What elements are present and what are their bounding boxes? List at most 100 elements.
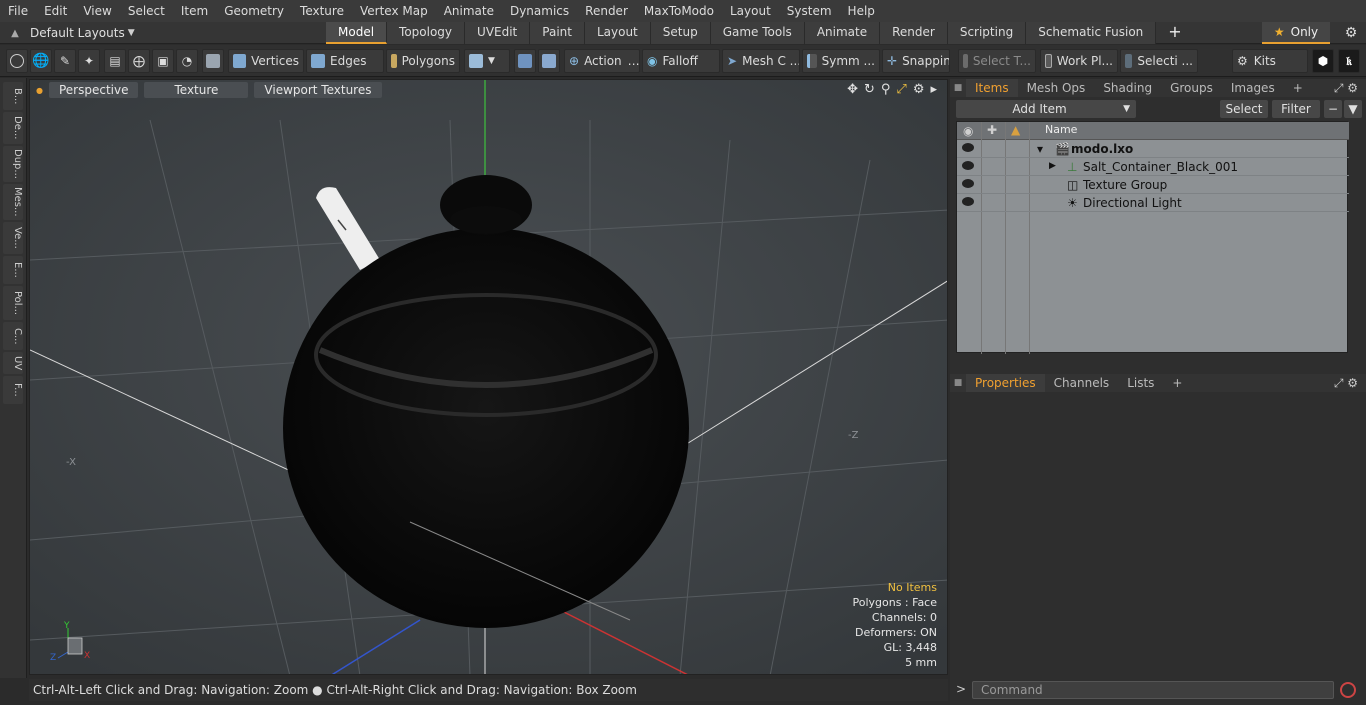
list-item-texture-group[interactable]: ◫ Texture Group xyxy=(957,176,1349,194)
vtab-polygon[interactable]: Pol... xyxy=(3,286,23,320)
vtab-basic[interactable]: B... xyxy=(3,82,23,110)
viewport-textures-button[interactable]: Viewport Textures xyxy=(254,82,382,98)
menu-item[interactable]: Item xyxy=(173,0,216,22)
mesh-constraints-button[interactable]: ➤ Mesh C ... xyxy=(722,49,800,73)
zoom-icon[interactable]: ⚲ xyxy=(881,82,891,97)
vtab-duplicate[interactable]: Dup... xyxy=(3,146,23,182)
tab-setup[interactable]: Setup xyxy=(650,22,711,44)
eye-icon[interactable] xyxy=(962,197,974,206)
menu-vertex-map[interactable]: Vertex Map xyxy=(352,0,436,22)
tab-groups[interactable]: Groups xyxy=(1161,79,1222,97)
vtab-mesh-edit[interactable]: Mes... xyxy=(3,184,23,220)
panel-expand-icon[interactable]: ⤢ ⚙ xyxy=(1334,376,1358,391)
add-item-button[interactable]: Add Item ▼ xyxy=(956,100,1136,118)
select-button[interactable]: Select xyxy=(1220,100,1268,118)
add-panel-tab-icon[interactable]: + xyxy=(1284,79,1312,97)
move-icon[interactable]: ✥ xyxy=(847,82,858,97)
rotate-icon[interactable]: ↻ xyxy=(864,82,875,97)
tab-properties[interactable]: Properties xyxy=(966,374,1045,392)
vtab-edge[interactable]: E... xyxy=(3,256,23,284)
tab-channels[interactable]: Channels xyxy=(1045,374,1119,392)
vtab-vertex[interactable]: Ve... xyxy=(3,222,23,254)
viewport-gear-icon[interactable]: ⚙ xyxy=(913,82,925,97)
symmetry-button[interactable]: Symm ... xyxy=(802,49,880,73)
panel-handle-icon[interactable]: ■ xyxy=(950,83,966,93)
select-through-button[interactable]: Select T... xyxy=(958,49,1036,73)
3d-viewport[interactable]: -X -Z Y X Z ● Perspective Texture Viewpo… xyxy=(29,79,948,675)
only-toggle[interactable]: ★ Only xyxy=(1262,22,1330,44)
edges-button[interactable]: Edges xyxy=(306,49,384,73)
tab-shading[interactable]: Shading xyxy=(1094,79,1161,97)
filter-button[interactable]: Filter xyxy=(1272,100,1320,118)
list-item-directional-light[interactable]: ☀ Directional Light xyxy=(957,194,1349,212)
element-button[interactable]: ▣ xyxy=(152,49,174,73)
menu-layout[interactable]: Layout xyxy=(722,0,779,22)
tab-render[interactable]: Render xyxy=(880,22,948,44)
snapping-button[interactable]: ✛ Snapping xyxy=(882,49,950,73)
tab-mesh-ops[interactable]: Mesh Ops xyxy=(1018,79,1095,97)
command-arrow-icon[interactable]: > xyxy=(956,682,966,696)
name-column-header[interactable]: Name xyxy=(1045,123,1077,136)
gear-icon[interactable]: ⚙ xyxy=(1336,22,1366,44)
layouts-selector[interactable]: ▲ Default Layouts ▼ xyxy=(0,22,135,44)
kits-button[interactable]: ⚙ Kits xyxy=(1232,49,1308,73)
record-icon[interactable] xyxy=(1340,682,1356,698)
eye-icon[interactable] xyxy=(962,161,974,170)
funnel-icon[interactable]: ▼ xyxy=(1344,100,1362,118)
material-dropdown[interactable]: ▼ xyxy=(464,49,510,73)
maximize-icon[interactable]: ⤢ xyxy=(896,82,906,97)
add-tab-icon[interactable]: + xyxy=(1156,22,1193,44)
vertices-button[interactable]: Vertices xyxy=(228,49,304,73)
menu-dynamics[interactable]: Dynamics xyxy=(502,0,577,22)
tab-model[interactable]: Model xyxy=(326,22,388,44)
tab-images[interactable]: Images xyxy=(1222,79,1284,97)
tab-game-tools[interactable]: Game Tools xyxy=(710,22,805,44)
panel-expand-icon[interactable]: ⤢ ⚙ xyxy=(1334,81,1358,96)
play-icon[interactable]: ▸ xyxy=(930,82,937,97)
tab-scripting[interactable]: Scripting xyxy=(947,22,1027,44)
menu-edit[interactable]: Edit xyxy=(36,0,75,22)
tab-topology[interactable]: Topology xyxy=(387,22,466,44)
vtab-curve[interactable]: C... xyxy=(3,322,23,350)
command-input[interactable]: Command xyxy=(972,681,1334,699)
texture-button[interactable]: Texture xyxy=(144,82,249,98)
globe-button[interactable]: 🌐 xyxy=(30,49,52,73)
sym-button-2[interactable] xyxy=(538,49,560,73)
pie-button[interactable]: ◔ xyxy=(176,49,198,73)
pen-button[interactable]: ✎ xyxy=(54,49,76,73)
eye-icon[interactable] xyxy=(962,143,974,152)
selection-sets-button[interactable]: Selecti ... xyxy=(1120,49,1198,73)
sym-button-1[interactable] xyxy=(514,49,536,73)
collapse-icon[interactable]: − xyxy=(1324,100,1342,118)
tab-uvedit[interactable]: UVEdit xyxy=(465,22,531,44)
vtab-uv[interactable]: UV xyxy=(3,352,23,374)
list-item-modo-lxo[interactable]: ▾ 🎬 modo.lxo xyxy=(957,140,1349,158)
expand-arrow-icon[interactable]: ▾ xyxy=(1037,142,1043,156)
menu-texture[interactable]: Texture xyxy=(292,0,352,22)
vtab-deform[interactable]: De... xyxy=(3,112,23,144)
panel-handle-icon[interactable]: ■ xyxy=(950,378,966,388)
center-button[interactable]: ⨁ xyxy=(128,49,150,73)
menu-file[interactable]: File xyxy=(0,0,36,22)
brush-button[interactable]: ✦ xyxy=(78,49,100,73)
menu-help[interactable]: Help xyxy=(840,0,883,22)
tab-animate[interactable]: Animate xyxy=(804,22,881,44)
tab-lists[interactable]: Lists xyxy=(1118,374,1163,392)
align-button[interactable]: ▤ xyxy=(104,49,126,73)
menu-geometry[interactable]: Geometry xyxy=(216,0,292,22)
expand-arrow-icon[interactable]: ▶ xyxy=(1049,161,1056,171)
polygons-button[interactable]: Polygons xyxy=(386,49,460,73)
item-mode-button[interactable] xyxy=(202,49,224,73)
add-panel-tab-icon[interactable]: + xyxy=(1163,374,1191,392)
action-button[interactable]: ⊕ Action… xyxy=(564,49,640,73)
tab-layout[interactable]: Layout xyxy=(584,22,651,44)
perspective-button[interactable]: Perspective xyxy=(48,82,139,98)
modo-logo-button[interactable]: ⬢ xyxy=(1312,49,1334,73)
menu-maxtomodo[interactable]: MaxToModo xyxy=(636,0,722,22)
eye-icon[interactable] xyxy=(962,179,974,188)
tab-items[interactable]: Items xyxy=(966,79,1018,97)
layout-home-icon[interactable]: ▲ xyxy=(0,28,30,39)
menu-render[interactable]: Render xyxy=(577,0,636,22)
menu-animate[interactable]: Animate xyxy=(436,0,502,22)
select-circle-button[interactable] xyxy=(6,49,28,73)
